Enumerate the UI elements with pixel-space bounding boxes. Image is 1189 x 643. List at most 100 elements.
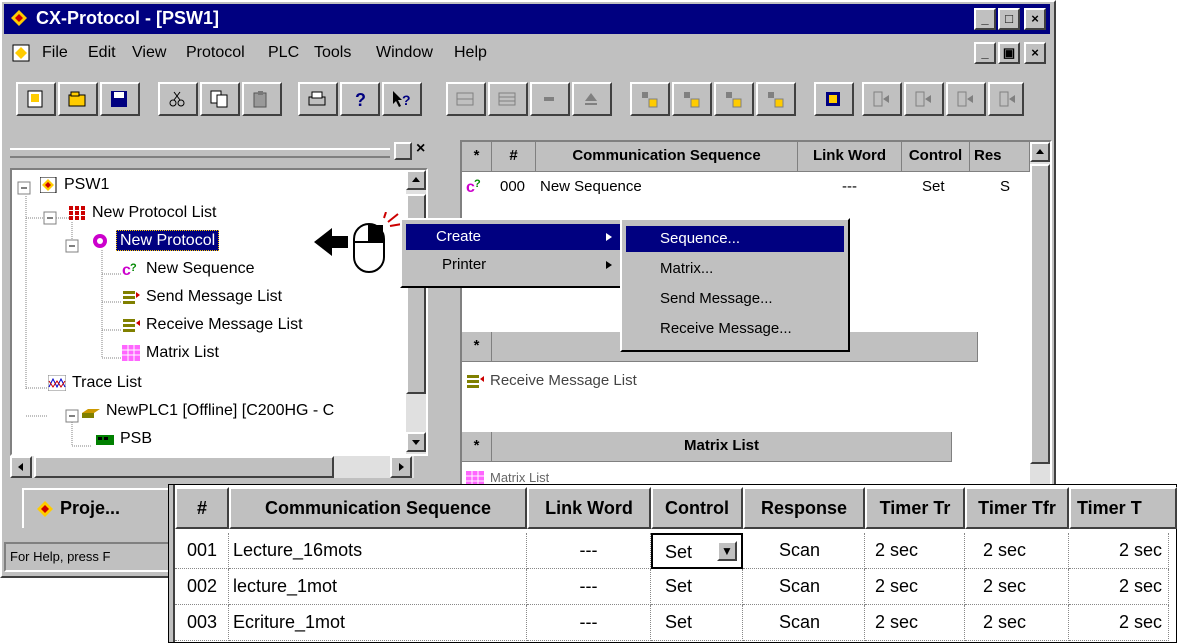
- move-up-button[interactable]: [572, 82, 612, 116]
- paste-button[interactable]: [242, 82, 282, 116]
- print-button[interactable]: [298, 82, 338, 116]
- grid-header-star[interactable]: *: [462, 142, 492, 172]
- zoom-row2-timer-tr[interactable]: 2 sec: [865, 569, 965, 605]
- zoom-header-response[interactable]: Response: [743, 487, 865, 529]
- open-button[interactable]: [58, 82, 98, 116]
- zoom-row3-timer-t[interactable]: 2 sec: [1069, 605, 1169, 641]
- zoom-header-timer-tfr[interactable]: Timer Tfr: [965, 487, 1069, 529]
- copy-button[interactable]: [200, 82, 240, 116]
- scroll-left-arrow-icon[interactable]: [10, 456, 32, 478]
- zoom-header-control[interactable]: Control: [651, 487, 743, 529]
- row-response[interactable]: S: [1000, 178, 1010, 195]
- menu-tools[interactable]: Tools: [314, 44, 351, 62]
- tree-item-project[interactable]: PSW1: [39, 176, 109, 194]
- pane-close-button[interactable]: ×: [416, 140, 425, 158]
- grid-scroll-thumb[interactable]: [1030, 164, 1050, 464]
- zoom-row3-response[interactable]: Scan: [743, 605, 865, 641]
- menu-view[interactable]: View: [132, 44, 166, 62]
- new-button[interactable]: [16, 82, 56, 116]
- add-row-button[interactable]: [446, 82, 486, 116]
- zoom-header-link-word[interactable]: Link Word: [527, 487, 651, 529]
- zoom-row2-timer-t[interactable]: 2 sec: [1069, 569, 1169, 605]
- row-sequence-name[interactable]: New Sequence: [540, 178, 642, 195]
- trace-tool-button[interactable]: [814, 82, 854, 116]
- zoom-row2-response[interactable]: Scan: [743, 569, 865, 605]
- menu-item-matrix[interactable]: Matrix...: [626, 256, 844, 282]
- tree-item-protocol-list[interactable]: New Protocol List: [68, 204, 217, 222]
- maximize-button[interactable]: □: [998, 8, 1020, 30]
- zoom-row1-timer-tr[interactable]: 2 sec: [865, 533, 965, 569]
- zoom-row3-number[interactable]: 003: [175, 605, 229, 641]
- row-control[interactable]: Set: [922, 178, 945, 195]
- zoom-row1-number[interactable]: 001: [175, 533, 229, 569]
- tree-item-protocol[interactable]: New Protocol: [92, 230, 220, 251]
- grid-header-link-word[interactable]: Link Word: [798, 142, 902, 172]
- message-tool-button[interactable]: [714, 82, 754, 116]
- row-link-word[interactable]: ---: [842, 178, 857, 195]
- menu-item-printer[interactable]: Printer: [406, 252, 620, 278]
- minimize-button[interactable]: _: [974, 8, 996, 30]
- title-bar[interactable]: CX-Protocol - [PSW1] _ □ ×: [4, 4, 1050, 34]
- pane-maximize-button[interactable]: [394, 142, 412, 160]
- close-button[interactable]: ×: [1024, 8, 1046, 30]
- help-button[interactable]: ?: [340, 82, 380, 116]
- menu-window[interactable]: Window: [376, 44, 433, 62]
- step-tool-button[interactable]: [672, 82, 712, 116]
- scroll-down-arrow-icon[interactable]: [406, 432, 426, 452]
- zoom-row2-link-word[interactable]: ---: [527, 569, 651, 605]
- zoom-header-timer-t[interactable]: Timer T: [1069, 487, 1177, 529]
- doc-minimize-button[interactable]: _: [974, 42, 996, 64]
- transfer-button-2[interactable]: [904, 82, 944, 116]
- tree-item-plc[interactable]: NewPLC1 [Offline] [C200HG - C: [48, 402, 334, 420]
- zoom-row3-control[interactable]: Set: [651, 605, 743, 641]
- tree-horizontal-scrollbar[interactable]: [10, 456, 414, 478]
- grid-header-number[interactable]: #: [492, 142, 536, 172]
- zoom-row1-timer-t[interactable]: 2 sec: [1069, 533, 1169, 569]
- grid-header-response[interactable]: Res: [970, 142, 1030, 172]
- menu-protocol[interactable]: Protocol: [186, 44, 245, 62]
- menu-item-receive-message[interactable]: Receive Message...: [626, 316, 844, 342]
- doc-restore-button[interactable]: ▣: [998, 42, 1020, 64]
- tree-item-sequence[interactable]: c? New Sequence: [122, 260, 255, 279]
- menu-item-create[interactable]: Create: [406, 224, 620, 250]
- zoom-row1-sequence[interactable]: Lecture_16mots: [229, 533, 527, 569]
- context-help-button[interactable]: ?: [382, 82, 422, 116]
- save-button[interactable]: [100, 82, 140, 116]
- pane-grip[interactable]: [10, 148, 390, 158]
- insert-row-button[interactable]: [488, 82, 528, 116]
- zoom-row1-control-select[interactable]: Set ▼: [651, 533, 743, 569]
- delete-row-button[interactable]: [530, 82, 570, 116]
- cut-button[interactable]: [158, 82, 198, 116]
- transfer-button-3[interactable]: [946, 82, 986, 116]
- grid-header-sequence[interactable]: Communication Sequence: [536, 142, 798, 172]
- tree-item-receive-messages[interactable]: Receive Message List: [122, 316, 303, 334]
- zoom-row3-timer-tr[interactable]: 2 sec: [865, 605, 965, 641]
- zoom-row3-sequence[interactable]: Ecriture_1mot: [229, 605, 527, 641]
- menu-item-sequence[interactable]: Sequence...: [626, 226, 844, 252]
- scroll-up-arrow-icon[interactable]: [406, 170, 426, 190]
- row-number[interactable]: 000: [500, 178, 525, 195]
- zoom-header-number[interactable]: #: [175, 487, 229, 529]
- zoom-row2-number[interactable]: 002: [175, 569, 229, 605]
- zoom-row1-response[interactable]: Scan: [743, 533, 865, 569]
- sequence-tool-button[interactable]: [630, 82, 670, 116]
- dropdown-arrow-icon[interactable]: ▼: [717, 541, 737, 561]
- zoom-row3-timer-tfr[interactable]: 2 sec: [965, 605, 1069, 641]
- scroll-right-arrow-icon[interactable]: [390, 456, 412, 478]
- zoom-row2-control[interactable]: Set: [651, 569, 743, 605]
- tree-item-psb[interactable]: PSB: [96, 430, 152, 448]
- tree-item-send-messages[interactable]: Send Message List: [122, 288, 282, 306]
- zoom-row2-sequence[interactable]: lecture_1mot: [229, 569, 527, 605]
- tree-item-matrix-list[interactable]: Matrix List: [122, 344, 219, 362]
- tab-project[interactable]: Proje...: [22, 488, 172, 528]
- zoom-row3-link-word[interactable]: ---: [527, 605, 651, 641]
- grid-scroll-up-icon[interactable]: [1030, 142, 1050, 162]
- receive-list-row[interactable]: Receive Message List: [466, 372, 637, 389]
- list-header-star[interactable]: *: [462, 332, 492, 362]
- horizontal-scroll-thumb[interactable]: [34, 456, 334, 478]
- transfer-button-4[interactable]: [988, 82, 1024, 116]
- doc-close-button[interactable]: ×: [1024, 42, 1046, 64]
- menu-file[interactable]: File: [42, 44, 68, 62]
- zoom-header-sequence[interactable]: Communication Sequence: [229, 487, 527, 529]
- matrix-tool-button[interactable]: [756, 82, 796, 116]
